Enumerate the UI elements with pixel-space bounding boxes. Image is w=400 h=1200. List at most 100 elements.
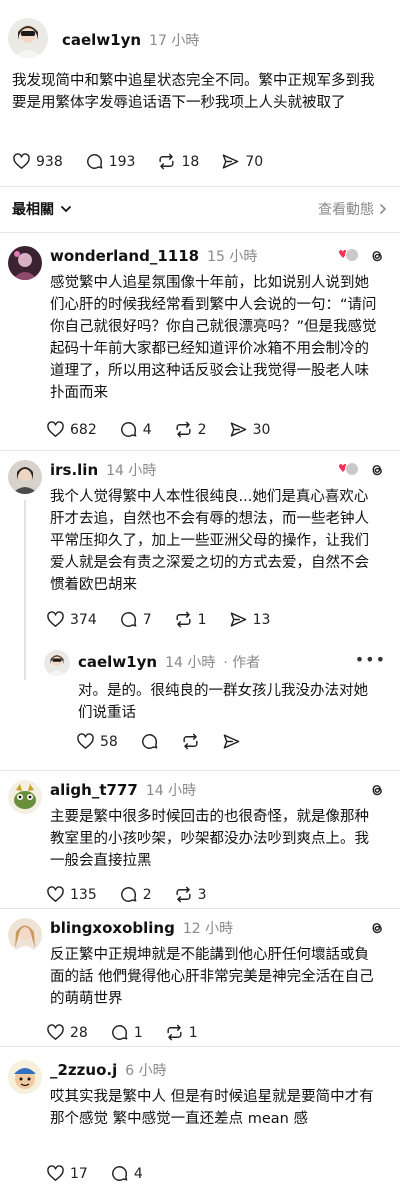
comment-icon <box>141 734 158 749</box>
username[interactable]: wonderland_1118 <box>50 247 199 265</box>
repost-count: 1 <box>188 1024 198 1041</box>
divider <box>0 186 400 187</box>
send-icon <box>223 734 240 749</box>
repost-button[interactable] <box>181 732 200 751</box>
sort-dropdown[interactable]: 最相關 <box>12 199 72 219</box>
share-count: 70 <box>245 153 264 170</box>
repost-icon <box>183 733 198 750</box>
threads-icon[interactable] <box>368 461 386 479</box>
avatar[interactable] <box>8 18 48 58</box>
comment-actions: 17 4 <box>46 1164 165 1183</box>
avatar[interactable] <box>8 246 42 280</box>
like-button[interactable]: 28 <box>46 1023 88 1042</box>
like-count: 58 <box>100 733 118 750</box>
comment-header: blingxoxobling 12 小時 <box>50 918 233 938</box>
comment-icon <box>86 154 103 169</box>
comment-icon <box>111 1025 128 1040</box>
like-button[interactable]: 682 <box>46 420 97 439</box>
share-button[interactable]: 30 <box>229 420 271 439</box>
comment-item: _2zzuo.j 6 小時 哎其实我是繁中人 但是有时候追星就是要简中才有那个感… <box>0 1046 400 1200</box>
comment-button[interactable]: 1 <box>110 1023 143 1042</box>
comment-text: 主要是繁中很多时候回击的也很奇怪，就是像那种教室里的小孩吵架，吵架都没办法吵到爽… <box>50 809 369 869</box>
like-button[interactable]: 17 <box>46 1164 88 1183</box>
username[interactable]: caelw1yn <box>78 653 157 671</box>
share-button[interactable]: 70 <box>221 152 263 171</box>
comment-button[interactable]: 193 <box>85 152 136 171</box>
send-icon <box>230 422 246 437</box>
repost-count: 1 <box>197 611 207 628</box>
repost-button[interactable]: 1 <box>165 1023 198 1042</box>
chevron-right-icon <box>380 204 387 214</box>
username[interactable]: caelw1yn <box>62 31 141 49</box>
comment-header: wonderland_1118 15 小時 <box>50 246 257 266</box>
repost-button[interactable]: 1 <box>174 610 207 629</box>
comment-count: 4 <box>133 1165 143 1182</box>
timestamp: 14 小時 <box>165 655 216 671</box>
heart-icon <box>47 1024 64 1040</box>
reply-item: caelw1yn 14 小時 · 作者 ••• 对。是的。很纯良的一群女孩儿我没… <box>0 640 400 768</box>
threads-icon[interactable] <box>368 919 386 937</box>
like-count: 938 <box>36 153 63 170</box>
username[interactable]: blingxoxobling <box>50 919 175 937</box>
share-button[interactable] <box>222 732 241 751</box>
comment-button[interactable]: 4 <box>110 1164 143 1183</box>
comment-button[interactable]: 4 <box>119 420 152 439</box>
root-post: caelw1yn 17 小時 我发现简中和繁中追星状态完全不同。繁中正规军多到我… <box>0 0 400 186</box>
comment-actions: 374 7 1 13 <box>46 610 292 629</box>
comment-header: _2zzuo.j 6 小時 <box>50 1060 167 1080</box>
comment-item: blingxoxobling 12 小時 反正繁中正規坤就是不能講到他心肝任何壞… <box>0 908 400 1046</box>
comment-item: wonderland_1118 15 小時 ♥ 感觉繁中人追星氛围像十年前，比如… <box>0 232 400 450</box>
repost-button[interactable]: 2 <box>174 420 207 439</box>
avatar[interactable] <box>44 650 70 676</box>
sort-label: 最相關 <box>12 202 54 218</box>
comment-count: 7 <box>142 611 152 628</box>
like-button[interactable]: 938 <box>12 152 63 171</box>
comment-count: 4 <box>142 421 152 438</box>
avatar[interactable] <box>8 918 42 952</box>
post-header: caelw1yn 17 小時 <box>62 30 199 50</box>
liked-by-author-badge: ♥ <box>338 248 360 264</box>
comment-badges: ♥ <box>338 461 386 479</box>
like-count: 17 <box>70 1165 88 1182</box>
timestamp: 15 小時 <box>207 249 258 265</box>
timestamp: 14 小時 <box>145 783 197 799</box>
like-button[interactable]: 135 <box>46 885 97 904</box>
repost-icon <box>176 886 191 903</box>
comment-button[interactable]: 7 <box>119 610 152 629</box>
comment-text: 我个人觉得繁中人本性很纯良...她们是真心喜欢心肝才去追，自然也不会有辱的想法，… <box>50 489 369 593</box>
repost-count: 2 <box>197 421 207 438</box>
username[interactable]: aligh_t777 <box>50 781 138 799</box>
heart-icon <box>47 1165 64 1181</box>
view-activity-link[interactable]: 查看動態 <box>318 199 388 219</box>
like-count: 135 <box>70 886 97 903</box>
username[interactable]: irs.lin <box>50 461 98 479</box>
comment-header: aligh_t777 14 小時 <box>50 780 196 800</box>
heart-icon <box>77 733 94 749</box>
comment-actions: 28 1 1 <box>46 1023 220 1042</box>
comment-count: 193 <box>108 153 136 170</box>
threads-icon[interactable] <box>368 781 386 799</box>
timestamp: 6 小時 <box>125 1063 167 1079</box>
heart-icon <box>47 421 64 437</box>
like-count: 28 <box>70 1024 88 1041</box>
share-button[interactable]: 13 <box>229 610 271 629</box>
more-options-icon[interactable]: ••• <box>355 650 386 669</box>
avatar[interactable] <box>8 780 42 814</box>
avatar[interactable] <box>8 1060 42 1094</box>
timestamp: 12 小時 <box>182 921 234 937</box>
like-button[interactable]: 58 <box>76 732 118 751</box>
like-button[interactable]: 374 <box>46 610 97 629</box>
username[interactable]: _2zzuo.j <box>50 1061 117 1079</box>
comment-button[interactable] <box>140 732 159 751</box>
send-icon <box>230 612 246 627</box>
comment-text: 反正繁中正規坤就是不能講到他心肝任何壞話或負面的話 他們覺得他心肝非常完美是神完… <box>50 947 374 1007</box>
share-count: 30 <box>252 421 271 438</box>
avatar[interactable] <box>8 460 42 494</box>
comment-button[interactable]: 2 <box>119 885 152 904</box>
repost-button[interactable]: 3 <box>174 885 207 904</box>
threads-icon[interactable] <box>368 247 386 265</box>
share-count: 13 <box>252 611 271 628</box>
repost-count: 3 <box>197 886 207 903</box>
repost-button[interactable]: 18 <box>157 152 199 171</box>
repost-icon <box>159 153 175 170</box>
